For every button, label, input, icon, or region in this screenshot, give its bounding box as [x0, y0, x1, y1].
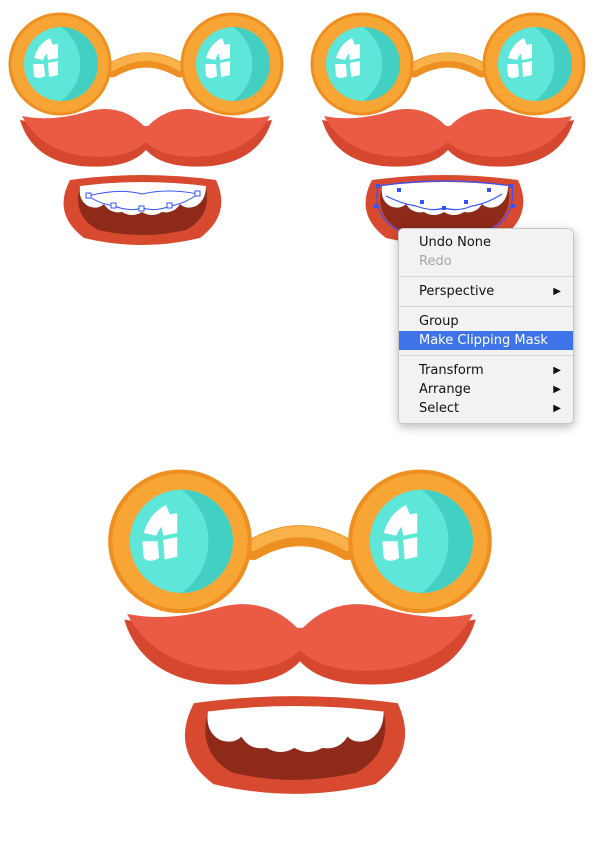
- menu-item-perspective[interactable]: Perspective ▶: [399, 282, 573, 301]
- menu-separator: [399, 355, 573, 356]
- submenu-arrow-icon: ▶: [553, 403, 561, 414]
- menu-item-undo-label: Undo None: [419, 235, 492, 250]
- face-artwork-top-right: [302, 0, 592, 245]
- menu-item-transform-label: Transform: [419, 363, 484, 378]
- menu-separator: [399, 276, 573, 277]
- mustache: [124, 604, 476, 685]
- submenu-arrow-icon: ▶: [553, 384, 561, 395]
- menu-item-undo[interactable]: Undo None: [399, 233, 573, 252]
- menu-item-make-clipping-mask-label: Make Clipping Mask: [419, 333, 548, 348]
- mustache: [322, 109, 574, 167]
- glasses: [10, 14, 282, 114]
- menu-item-arrange-label: Arrange: [419, 382, 471, 397]
- mustache: [20, 109, 272, 167]
- mouth: [184, 696, 406, 794]
- face-artwork-top-left: [0, 0, 290, 245]
- menu-item-arrange[interactable]: Arrange ▶: [399, 380, 573, 399]
- menu-item-transform[interactable]: Transform ▶: [399, 361, 573, 380]
- glasses: [312, 14, 584, 114]
- face-artwork-final: [96, 452, 504, 794]
- menu-item-redo: Redo: [399, 252, 573, 271]
- menu-item-group-label: Group: [419, 314, 459, 329]
- menu-item-perspective-label: Perspective: [419, 284, 495, 299]
- submenu-arrow-icon: ▶: [553, 286, 561, 297]
- submenu-arrow-icon: ▶: [553, 365, 561, 376]
- glasses: [110, 472, 490, 612]
- context-menu: Undo None Redo Perspective ▶ Group Make …: [398, 228, 574, 424]
- menu-item-make-clipping-mask[interactable]: Make Clipping Mask: [399, 331, 573, 350]
- menu-item-redo-label: Redo: [419, 254, 452, 269]
- menu-item-group[interactable]: Group: [399, 312, 573, 331]
- menu-separator: [399, 306, 573, 307]
- menu-item-select[interactable]: Select ▶: [399, 399, 573, 418]
- menu-item-select-label: Select: [419, 401, 460, 416]
